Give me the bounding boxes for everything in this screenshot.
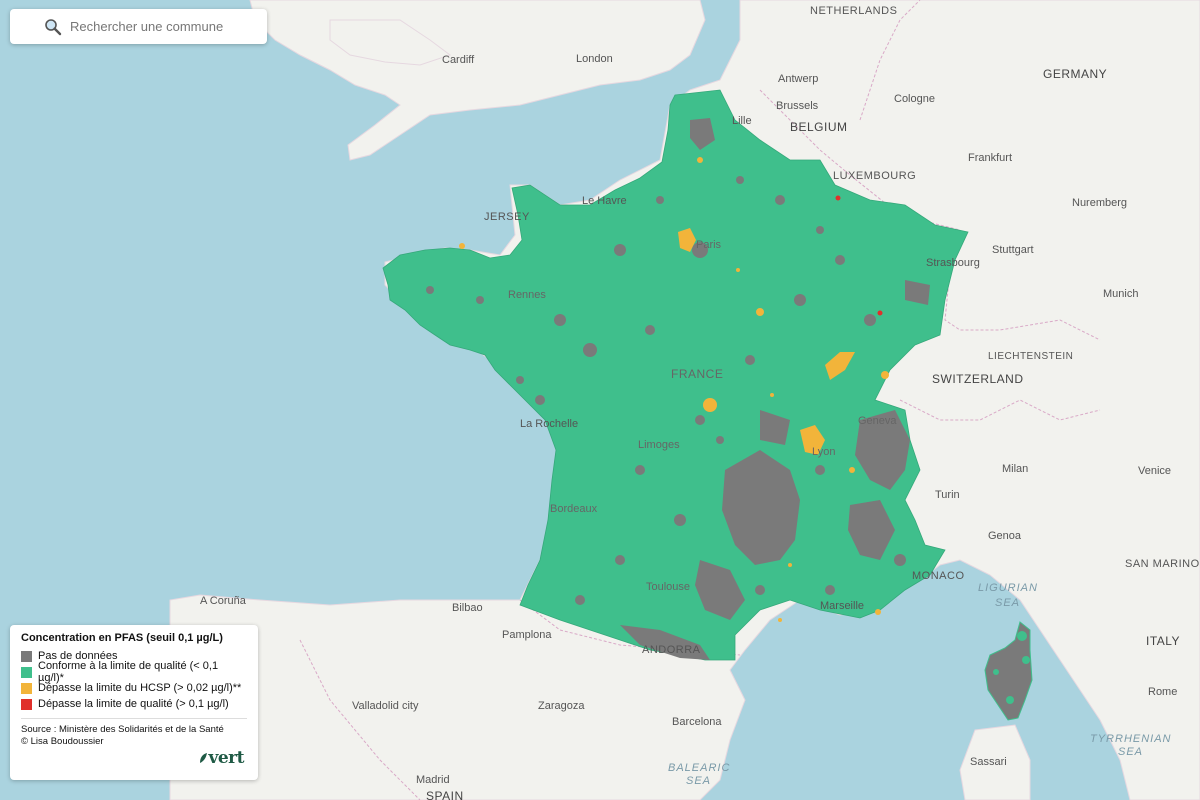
label-limoges: Limoges	[638, 439, 680, 451]
label-antwerp: Antwerp	[778, 73, 818, 85]
map-legend: Concentration en PFAS (seuil 0,1 µg/L) P…	[10, 625, 258, 780]
label-turin: Turin	[935, 489, 960, 501]
label-spain: SPAIN	[426, 789, 464, 800]
label-jersey: JERSEY	[484, 211, 530, 223]
label-genoa: Genoa	[988, 530, 1022, 542]
label-ligurian-sea-2: SEA	[995, 597, 1020, 609]
label-pamplona: Pamplona	[502, 629, 552, 641]
swatch-compliant	[21, 666, 32, 678]
label-munich: Munich	[1103, 288, 1138, 300]
label-san-marino: SAN MARINO	[1125, 558, 1200, 570]
label-stuttgart: Stuttgart	[992, 244, 1034, 256]
label-frankfurt: Frankfurt	[968, 152, 1012, 164]
label-valladolid: Valladolid city	[352, 700, 419, 712]
label-geneva: Geneva	[858, 415, 897, 427]
label-cardiff: Cardiff	[442, 54, 475, 66]
logo-text: vert	[208, 748, 244, 768]
label-switzerland: SWITZERLAND	[932, 372, 1024, 386]
label-liechtenstein: LIECHTENSTEIN	[988, 351, 1073, 362]
commune-search-box[interactable]	[10, 9, 267, 44]
label-strasbourg: Strasbourg	[926, 257, 980, 269]
legend-item-exceed: Dépasse la limite de qualité (> 0,1 µg/l…	[21, 696, 247, 712]
label-bordeaux: Bordeaux	[550, 503, 598, 515]
legend-item-hcsp: Dépasse la limite du HCSP (> 0,02 µg/l)*…	[21, 680, 247, 696]
label-france: FRANCE	[671, 367, 723, 381]
label-tyrrhenian-sea: TYRRHENIAN	[1090, 733, 1172, 745]
label-zaragoza: Zaragoza	[538, 700, 585, 712]
label-luxembourg: LUXEMBOURG	[833, 170, 916, 182]
label-balearic-sea-2: SEA	[686, 775, 711, 787]
label-cologne: Cologne	[894, 93, 935, 105]
label-la-rochelle: La Rochelle	[520, 418, 578, 430]
source-line: Source : Ministère des Solidarités et de…	[21, 724, 224, 735]
label-le-havre: Le Havre	[582, 195, 627, 207]
label-milan: Milan	[1002, 463, 1028, 475]
swatch-no-data	[21, 650, 32, 662]
label-toulouse: Toulouse	[646, 581, 690, 593]
label-andorra: ANDORRA	[642, 644, 701, 656]
label-monaco: MONACO	[912, 570, 965, 582]
leaf-icon	[200, 753, 208, 763]
legend-item-compliant: Conforme à la limite de qualité (< 0,1 µ…	[21, 660, 247, 684]
credit-line: © Lisa Boudoussier	[21, 736, 104, 747]
label-ligurian-sea: LIGURIAN	[978, 582, 1038, 594]
swatch-hcsp	[21, 682, 32, 694]
legend-divider	[21, 718, 247, 719]
label-nuremberg: Nuremberg	[1072, 197, 1127, 209]
label-rome: Rome	[1148, 686, 1177, 698]
label-marseille: Marseille	[820, 600, 864, 612]
label-belgium: BELGIUM	[790, 120, 848, 134]
label-rennes: Rennes	[508, 289, 546, 301]
swatch-exceed	[21, 698, 32, 710]
label-london: London	[576, 53, 613, 65]
label-barcelona: Barcelona	[672, 716, 722, 728]
search-input[interactable]	[68, 18, 252, 35]
label-a-coruna: A Coruña	[200, 595, 247, 607]
legend-label: Conforme à la limite de qualité (< 0,1 µ…	[38, 660, 219, 684]
legend-label: Dépasse la limite du HCSP (> 0,02 µg/l)*…	[38, 682, 242, 694]
vert-logo[interactable]: vert	[198, 748, 244, 768]
label-italy: ITALY	[1146, 634, 1180, 648]
legend-title: Concentration en PFAS (seuil 0,1 µg/L)	[21, 632, 223, 644]
legend-label: Dépasse la limite de qualité (> 0,1 µg/l…	[38, 698, 229, 710]
label-madrid: Madrid	[416, 774, 450, 786]
label-lille: Lille	[732, 115, 752, 127]
label-germany: GERMANY	[1043, 67, 1107, 81]
label-paris: Paris	[696, 239, 722, 251]
label-sassari: Sassari	[970, 756, 1007, 768]
magnifier-icon	[45, 18, 62, 35]
label-tyrrhenian-sea-2: SEA	[1118, 746, 1143, 758]
label-bilbao: Bilbao	[452, 602, 483, 614]
label-balearic-sea: BALEARIC	[668, 762, 730, 774]
label-lyon: Lyon	[812, 446, 835, 458]
label-venice: Venice	[1138, 465, 1171, 477]
label-netherlands: NETHERLANDS	[810, 5, 897, 17]
label-brussels: Brussels	[776, 100, 819, 112]
